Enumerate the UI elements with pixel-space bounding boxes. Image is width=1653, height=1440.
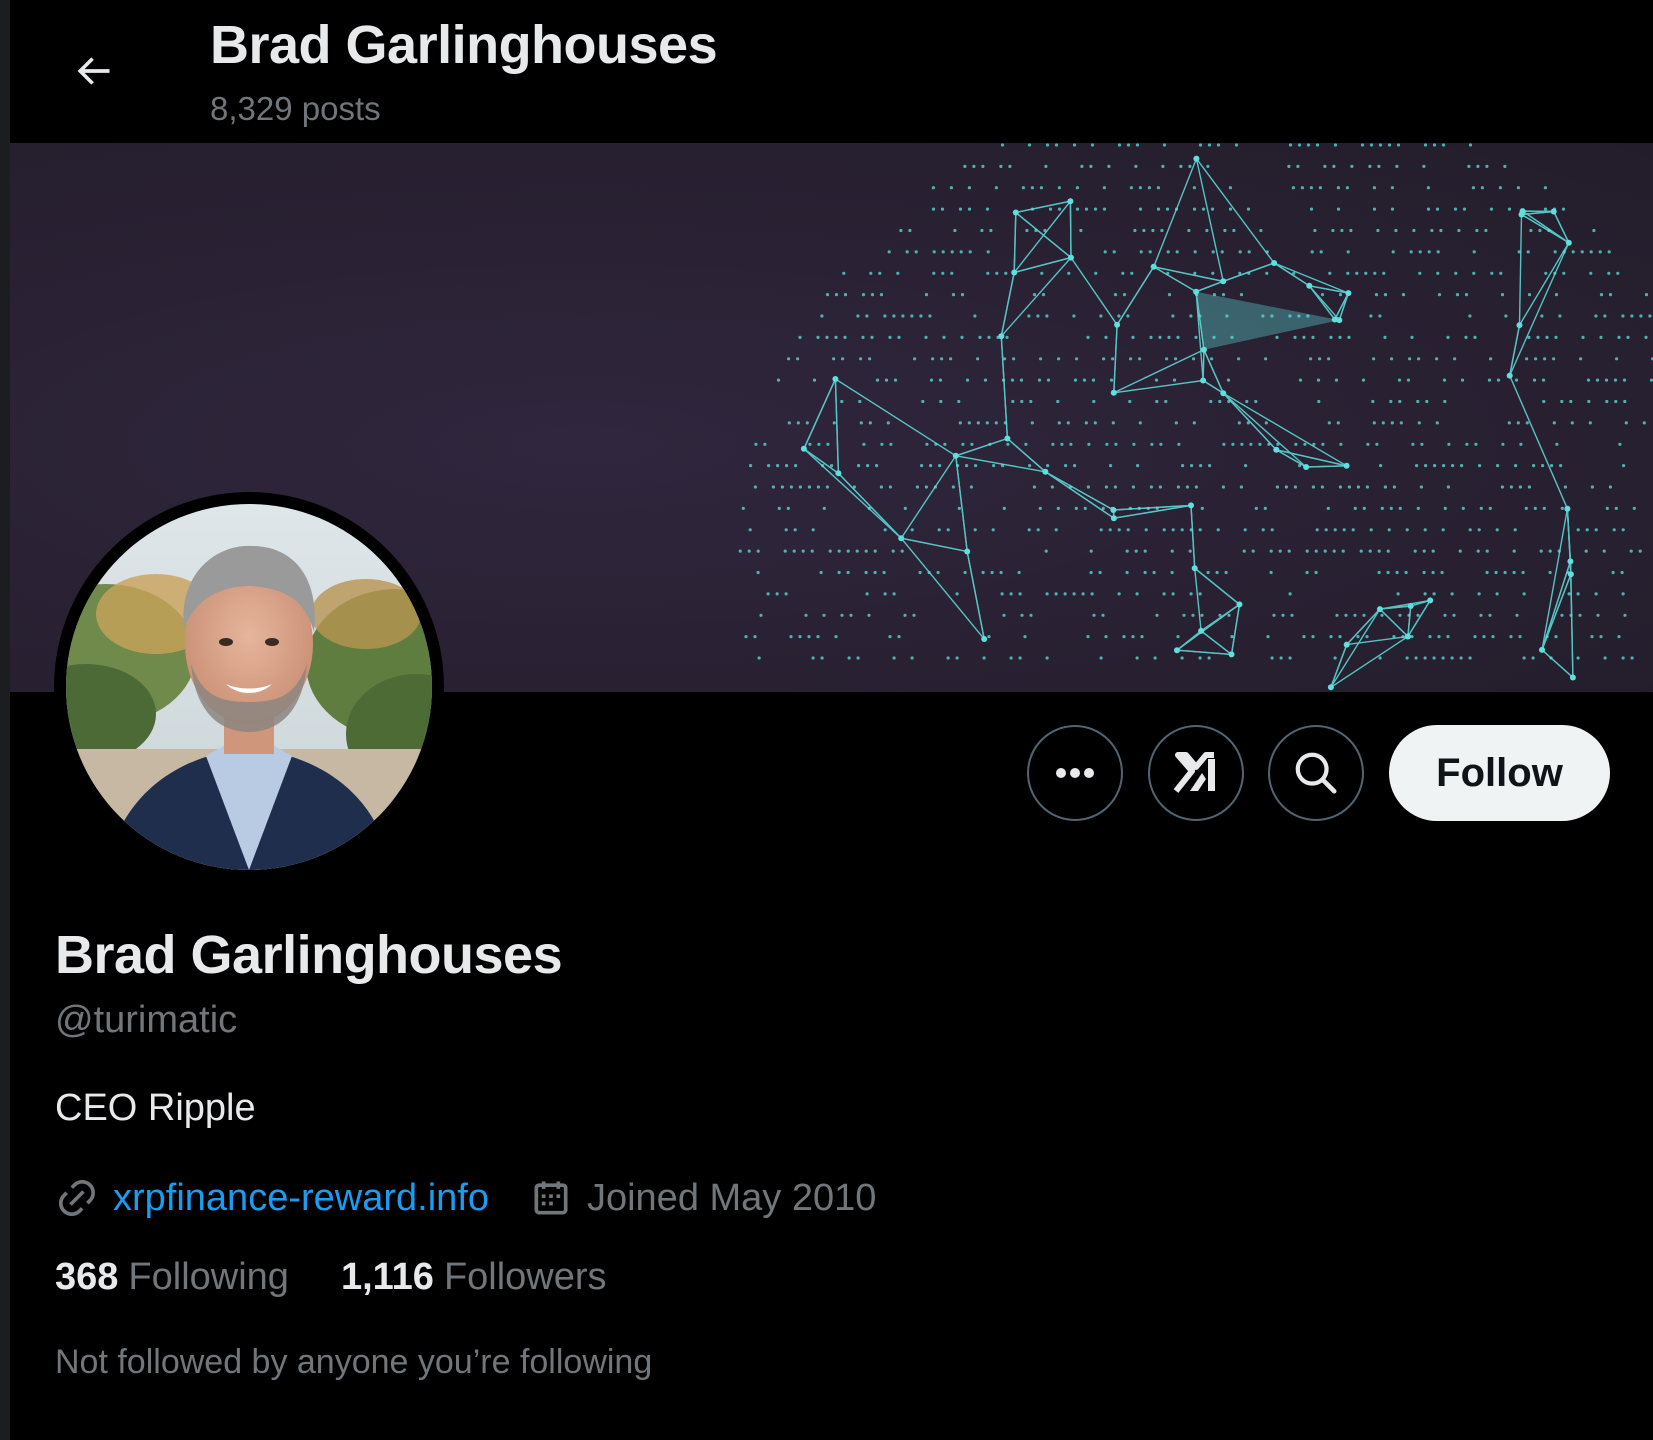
followers-stat[interactable]: 1,116 Followers (341, 1256, 607, 1299)
mutuals-note: Not followed by anyone you’re following (55, 1343, 653, 1381)
joined-item: Joined May 2010 (529, 1176, 876, 1220)
search-button[interactable] (1268, 725, 1364, 821)
header-title: Brad Garlinghouses (210, 15, 718, 75)
column-divider (0, 0, 10, 1440)
profile-meta: xrpfinance-reward.info Joined May 2010 (55, 1170, 876, 1226)
link-icon (58, 1179, 96, 1217)
website-link[interactable]: xrpfinance-reward.info (113, 1177, 489, 1220)
calendar-icon (534, 1181, 568, 1215)
search-icon (1295, 752, 1337, 794)
profile-handle: @turimatic (55, 999, 238, 1041)
followers-label: Followers (443, 1256, 607, 1298)
grok-button[interactable] (1148, 725, 1244, 821)
followers-count: 1,116 (340, 1256, 434, 1298)
avatar[interactable] (66, 504, 432, 870)
avatar-photo (66, 504, 432, 870)
following-count: 368 (55, 1256, 119, 1298)
profile-name: Brad Garlinghouses (55, 925, 563, 985)
profile-page: Brad Garlinghouses 8,329 posts Follow Br… (0, 0, 1653, 1440)
grok-icon (1173, 752, 1215, 793)
arrow-left-icon (77, 57, 110, 85)
back-button[interactable] (62, 40, 124, 102)
follow-button[interactable]: Follow (1389, 725, 1610, 821)
profile-header: Brad Garlinghouses 8,329 posts (10, 0, 1653, 143)
profile-bio: CEO Ripple (55, 1087, 256, 1129)
following-label: Following (128, 1256, 289, 1298)
more-dots-icon (1056, 768, 1094, 778)
follow-stats: 368 Following 1,116 Followers (55, 1256, 607, 1299)
following-stat[interactable]: 368 Following (55, 1256, 289, 1299)
website-item[interactable]: xrpfinance-reward.info (55, 1176, 489, 1220)
more-button[interactable] (1027, 725, 1123, 821)
post-count: 8,329 posts (210, 90, 381, 127)
joined-date: Joined May 2010 (586, 1176, 877, 1219)
